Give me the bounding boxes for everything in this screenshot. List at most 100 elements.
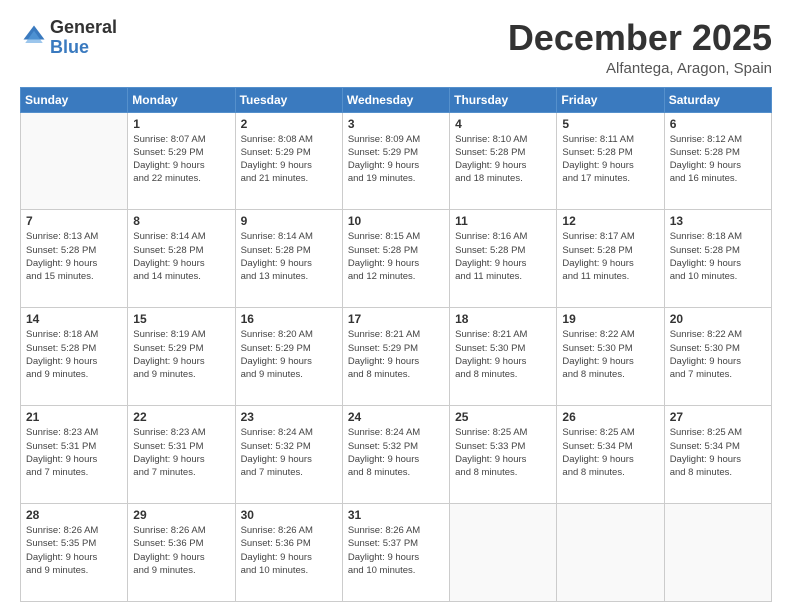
table-row: 17 Sunrise: 8:21 AMSunset: 5:29 PMDayligh… bbox=[342, 308, 449, 406]
table-row bbox=[450, 504, 557, 602]
table-row: 9 Sunrise: 8:14 AMSunset: 5:28 PMDaylight… bbox=[235, 210, 342, 308]
day-info: Sunrise: 8:15 AMSunset: 5:28 PMDaylight:… bbox=[348, 230, 444, 283]
day-info: Sunrise: 8:21 AMSunset: 5:30 PMDaylight:… bbox=[455, 328, 551, 381]
month-title: December 2025 bbox=[508, 18, 772, 58]
day-info: Sunrise: 8:21 AMSunset: 5:29 PMDaylight:… bbox=[348, 328, 444, 381]
table-row: 15 Sunrise: 8:19 AMSunset: 5:29 PMDayligh… bbox=[128, 308, 235, 406]
day-number: 23 bbox=[241, 410, 337, 424]
day-number: 15 bbox=[133, 312, 229, 326]
day-info: Sunrise: 8:22 AMSunset: 5:30 PMDaylight:… bbox=[670, 328, 766, 381]
table-row: 4 Sunrise: 8:10 AMSunset: 5:28 PMDaylight… bbox=[450, 112, 557, 210]
table-row: 27 Sunrise: 8:25 AMSunset: 5:34 PMDayligh… bbox=[664, 406, 771, 504]
day-number: 20 bbox=[670, 312, 766, 326]
day-info: Sunrise: 8:26 AMSunset: 5:37 PMDaylight:… bbox=[348, 524, 444, 577]
table-row: 25 Sunrise: 8:25 AMSunset: 5:33 PMDayligh… bbox=[450, 406, 557, 504]
day-number: 19 bbox=[562, 312, 658, 326]
col-wednesday: Wednesday bbox=[342, 87, 449, 112]
table-row: 13 Sunrise: 8:18 AMSunset: 5:28 PMDayligh… bbox=[664, 210, 771, 308]
col-thursday: Thursday bbox=[450, 87, 557, 112]
table-row: 20 Sunrise: 8:22 AMSunset: 5:30 PMDayligh… bbox=[664, 308, 771, 406]
day-number: 9 bbox=[241, 214, 337, 228]
table-row: 11Sunrise: 8:16 AMSunset: 5:28 PMDayligh… bbox=[450, 210, 557, 308]
table-row: 6 Sunrise: 8:12 AMSunset: 5:28 PMDaylight… bbox=[664, 112, 771, 210]
day-info: Sunrise: 8:26 AMSunset: 5:35 PMDaylight:… bbox=[26, 524, 122, 577]
day-info: Sunrise: 8:25 AMSunset: 5:34 PMDaylight:… bbox=[670, 426, 766, 479]
table-row: 2 Sunrise: 8:08 AMSunset: 5:29 PMDaylight… bbox=[235, 112, 342, 210]
day-info: Sunrise: 8:09 AMSunset: 5:29 PMDaylight:… bbox=[348, 133, 444, 186]
day-info: Sunrise: 8:24 AMSunset: 5:32 PMDaylight:… bbox=[241, 426, 337, 479]
day-info: Sunrise: 8:25 AMSunset: 5:34 PMDaylight:… bbox=[562, 426, 658, 479]
day-info: Sunrise: 8:18 AMSunset: 5:28 PMDaylight:… bbox=[670, 230, 766, 283]
col-saturday: Saturday bbox=[664, 87, 771, 112]
day-info: Sunrise: 8:25 AMSunset: 5:33 PMDaylight:… bbox=[455, 426, 551, 479]
day-number: 26 bbox=[562, 410, 658, 424]
day-number: 29 bbox=[133, 508, 229, 522]
table-row: 1Sunrise: 8:07 AMSunset: 5:29 PMDaylight… bbox=[128, 112, 235, 210]
day-info: Sunrise: 8:22 AMSunset: 5:30 PMDaylight:… bbox=[562, 328, 658, 381]
day-info: Sunrise: 8:14 AMSunset: 5:28 PMDaylight:… bbox=[241, 230, 337, 283]
day-info: Sunrise: 8:23 AMSunset: 5:31 PMDaylight:… bbox=[133, 426, 229, 479]
day-number: 5 bbox=[562, 117, 658, 131]
table-row: 24 Sunrise: 8:24 AMSunset: 5:32 PMDayligh… bbox=[342, 406, 449, 504]
logo-blue: Blue bbox=[50, 37, 89, 57]
day-number: 14 bbox=[26, 312, 122, 326]
header: General Blue December 2025 Alfantega, Ar… bbox=[20, 18, 772, 77]
day-number: 16 bbox=[241, 312, 337, 326]
day-info: Sunrise: 8:14 AMSunset: 5:28 PMDaylight:… bbox=[133, 230, 229, 283]
location: Alfantega, Aragon, Spain bbox=[508, 60, 772, 77]
logo-general: General bbox=[50, 17, 117, 37]
day-info: Sunrise: 8:26 AMSunset: 5:36 PMDaylight:… bbox=[133, 524, 229, 577]
day-info: Sunrise: 8:24 AMSunset: 5:32 PMDaylight:… bbox=[348, 426, 444, 479]
table-row: 8 Sunrise: 8:14 AMSunset: 5:28 PMDaylight… bbox=[128, 210, 235, 308]
day-number: 28 bbox=[26, 508, 122, 522]
logo: General Blue bbox=[20, 18, 117, 58]
table-row: 29 Sunrise: 8:26 AMSunset: 5:36 PMDayligh… bbox=[128, 504, 235, 602]
table-row bbox=[557, 504, 664, 602]
col-tuesday: Tuesday bbox=[235, 87, 342, 112]
day-number: 13 bbox=[670, 214, 766, 228]
day-info: Sunrise: 8:12 AMSunset: 5:28 PMDaylight:… bbox=[670, 133, 766, 186]
table-row: 16 Sunrise: 8:20 AMSunset: 5:29 PMDayligh… bbox=[235, 308, 342, 406]
day-number: 24 bbox=[348, 410, 444, 424]
day-info: Sunrise: 8:13 AMSunset: 5:28 PMDaylight:… bbox=[26, 230, 122, 283]
table-row: 12 Sunrise: 8:17 AMSunset: 5:28 PMDayligh… bbox=[557, 210, 664, 308]
day-number: 17 bbox=[348, 312, 444, 326]
calendar: Sunday Monday Tuesday Wednesday Thursday… bbox=[20, 87, 772, 602]
table-row: 26 Sunrise: 8:25 AMSunset: 5:34 PMDayligh… bbox=[557, 406, 664, 504]
table-row: 22Sunrise: 8:23 AMSunset: 5:31 PMDayligh… bbox=[128, 406, 235, 504]
day-number: 6 bbox=[670, 117, 766, 131]
day-info: Sunrise: 8:11 AMSunset: 5:28 PMDaylight:… bbox=[562, 133, 658, 186]
col-monday: Monday bbox=[128, 87, 235, 112]
day-info: Sunrise: 8:26 AMSunset: 5:36 PMDaylight:… bbox=[241, 524, 337, 577]
day-number: 7 bbox=[26, 214, 122, 228]
table-row: 14Sunrise: 8:18 AMSunset: 5:28 PMDayligh… bbox=[21, 308, 128, 406]
day-number: 1 bbox=[133, 117, 229, 131]
day-number: 21 bbox=[26, 410, 122, 424]
day-number: 4 bbox=[455, 117, 551, 131]
table-row bbox=[664, 504, 771, 602]
day-info: Sunrise: 8:10 AMSunset: 5:28 PMDaylight:… bbox=[455, 133, 551, 186]
title-block: December 2025 Alfantega, Aragon, Spain bbox=[508, 18, 772, 77]
table-row bbox=[21, 112, 128, 210]
day-info: Sunrise: 8:20 AMSunset: 5:29 PMDaylight:… bbox=[241, 328, 337, 381]
day-info: Sunrise: 8:19 AMSunset: 5:29 PMDaylight:… bbox=[133, 328, 229, 381]
table-row: 23 Sunrise: 8:24 AMSunset: 5:32 PMDayligh… bbox=[235, 406, 342, 504]
table-row: 28 Sunrise: 8:26 AMSunset: 5:35 PMDayligh… bbox=[21, 504, 128, 602]
day-number: 25 bbox=[455, 410, 551, 424]
day-number: 27 bbox=[670, 410, 766, 424]
table-row: 21 Sunrise: 8:23 AMSunset: 5:31 PMDayligh… bbox=[21, 406, 128, 504]
day-number: 2 bbox=[241, 117, 337, 131]
day-info: Sunrise: 8:17 AMSunset: 5:28 PMDaylight:… bbox=[562, 230, 658, 283]
day-info: Sunrise: 8:23 AMSunset: 5:31 PMDaylight:… bbox=[26, 426, 122, 479]
day-number: 31 bbox=[348, 508, 444, 522]
table-row: 19 Sunrise: 8:22 AMSunset: 5:30 PMDayligh… bbox=[557, 308, 664, 406]
day-info: Sunrise: 8:08 AMSunset: 5:29 PMDaylight:… bbox=[241, 133, 337, 186]
col-sunday: Sunday bbox=[21, 87, 128, 112]
table-row: 31 Sunrise: 8:26 AMSunset: 5:37 PMDayligh… bbox=[342, 504, 449, 602]
logo-icon bbox=[20, 22, 48, 50]
day-number: 12 bbox=[562, 214, 658, 228]
col-friday: Friday bbox=[557, 87, 664, 112]
day-number: 30 bbox=[241, 508, 337, 522]
day-number: 8 bbox=[133, 214, 229, 228]
day-number: 10 bbox=[348, 214, 444, 228]
